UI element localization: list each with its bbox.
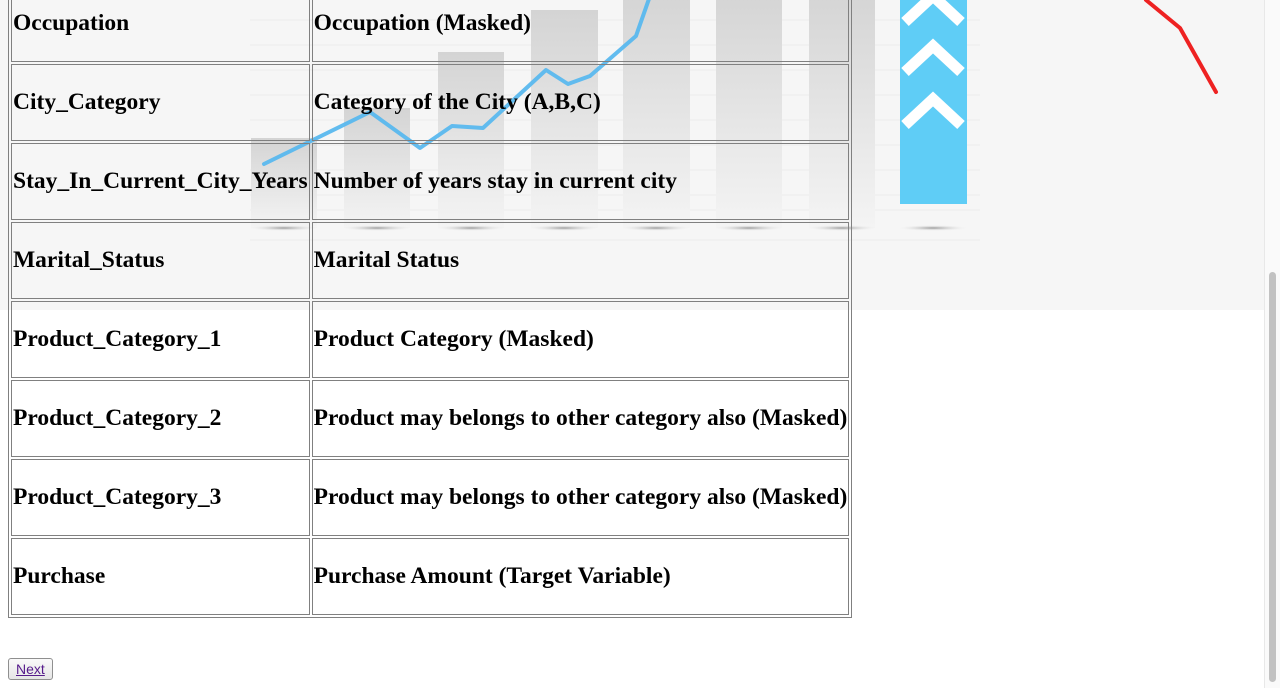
table-row: Product_Category_2 Product may belongs t… [11,380,850,457]
table-row: Product_Category_1 Product Category (Mas… [11,301,850,378]
page-viewport: Occupation Occupation (Masked) City_Cate… [0,0,1280,688]
variable-name-cell: Product_Category_3 [11,459,310,536]
variable-name-cell: Occupation [11,0,310,62]
table-row: Marital_Status Marital Status [11,222,850,299]
variable-description-cell: Product may belongs to other category al… [311,459,850,536]
variable-description-cell: Category of the City (A,B,C) [311,64,850,141]
table-row: City_Category Category of the City (A,B,… [11,64,850,141]
variable-description-cell: Product may belongs to other category al… [311,380,850,457]
variable-description-cell: Number of years stay in current city [311,143,850,220]
vertical-scrollbar[interactable] [1264,0,1280,688]
variable-description-table: Occupation Occupation (Masked) City_Cate… [8,0,853,618]
table-row: Stay_In_Current_City_Years Number of yea… [11,143,850,220]
scrollbar-thumb[interactable] [1269,272,1276,682]
table-row: Purchase Purchase Amount (Target Variabl… [11,538,850,615]
variable-description-cell: Occupation (Masked) [311,0,850,62]
variable-name-cell: Marital_Status [11,222,310,299]
variable-name-cell: Product_Category_1 [11,301,310,378]
variable-name-cell: Stay_In_Current_City_Years [11,143,310,220]
variable-description-cell: Marital Status [311,222,850,299]
variable-name-cell: Purchase [11,538,310,615]
table-row: Product_Category_3 Product may belongs t… [11,459,850,536]
variable-description-cell: Purchase Amount (Target Variable) [311,538,850,615]
variable-name-cell: Product_Category_2 [11,380,310,457]
variable-name-cell: City_Category [11,64,310,141]
variable-description-cell: Product Category (Masked) [311,301,850,378]
table-row: Occupation Occupation (Masked) [11,0,850,62]
next-button[interactable]: Next [8,658,53,680]
